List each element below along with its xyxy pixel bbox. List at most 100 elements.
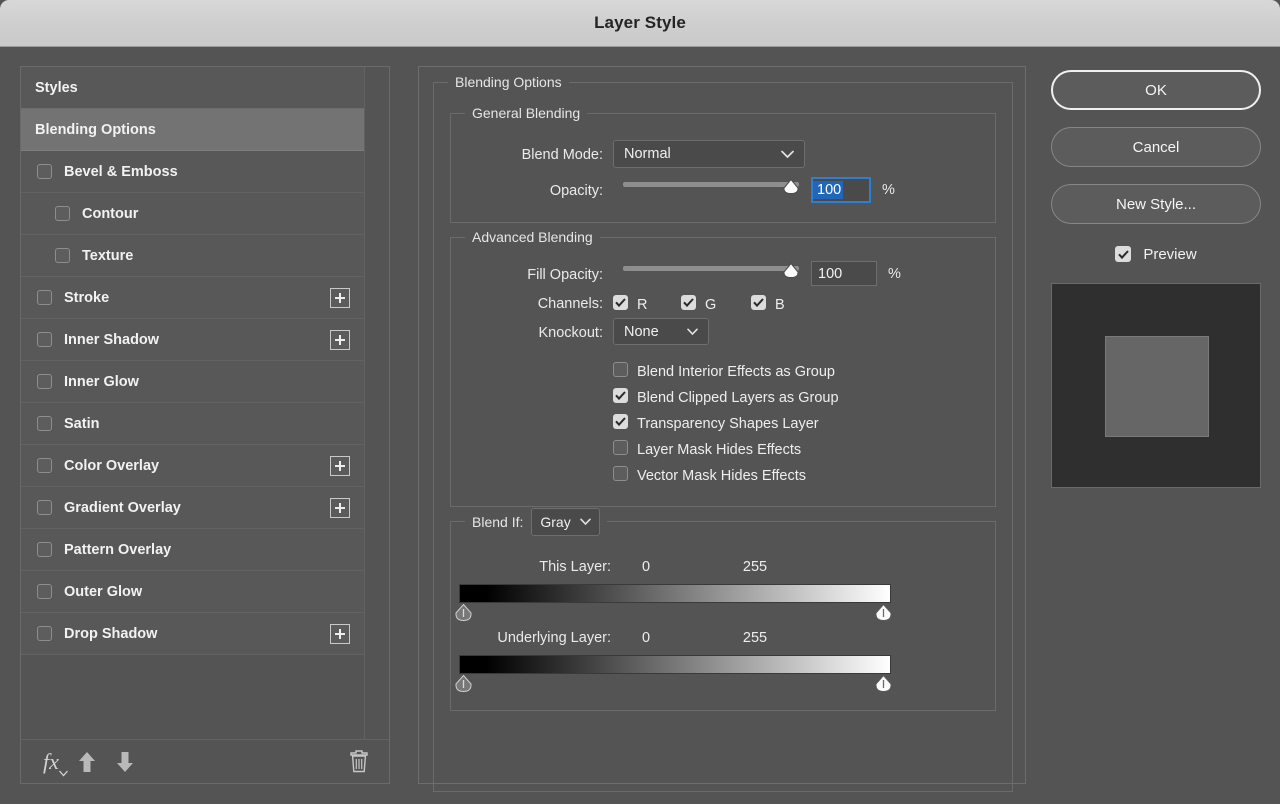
channel-r-checkbox[interactable] — [613, 295, 628, 310]
sidebar-item-texture[interactable]: Texture — [21, 235, 364, 277]
sidebar-item-pattern-overlay[interactable]: Pattern Overlay — [21, 529, 364, 571]
effect-checkbox[interactable] — [37, 626, 52, 641]
effect-checkbox[interactable] — [37, 374, 52, 389]
layer-mask-hides-effects-label: Layer Mask Hides Effects — [637, 442, 802, 458]
sidebar-item-label: Pattern Overlay — [64, 541, 172, 558]
blend-mode-select[interactable]: Normal — [613, 140, 805, 168]
general-blending-legend: General Blending — [465, 105, 588, 121]
add-effect-plus-icon[interactable] — [330, 329, 350, 350]
effect-checkbox[interactable] — [37, 416, 52, 431]
sidebar-item-drop-shadow[interactable]: Drop Shadow — [21, 613, 364, 655]
effect-checkbox[interactable] — [37, 500, 52, 515]
opacity-slider[interactable] — [623, 177, 799, 195]
sidebar-item-label: Drop Shadow — [64, 625, 158, 642]
effect-checkbox[interactable] — [37, 164, 52, 179]
sidebar-item-blending-options[interactable]: Blending Options — [21, 109, 364, 151]
vector-mask-hides-effects-checkbox[interactable] — [613, 466, 628, 481]
blend-interior-effects-checkbox[interactable] — [613, 362, 628, 377]
sidebar-item-gradient-overlay[interactable]: Gradient Overlay — [21, 487, 364, 529]
layer-mask-hides-effects-checkbox[interactable] — [613, 440, 628, 455]
opacity-label: Opacity: — [549, 183, 603, 199]
add-effect-plus-icon[interactable] — [330, 497, 350, 518]
layer-style-dialog: Layer Style Styles Blending Options Beve… — [0, 0, 1280, 804]
sidebar-item-bevel-emboss[interactable]: Bevel & Emboss — [21, 151, 364, 193]
advanced-blending-legend: Advanced Blending — [465, 229, 600, 245]
this-layer-min-value: 0 — [641, 559, 651, 575]
opacity-slider-knob[interactable] — [783, 178, 799, 195]
blend-if-channel-select[interactable]: Gray — [531, 508, 600, 536]
ok-button[interactable]: OK — [1051, 70, 1261, 110]
fill-opacity-input[interactable]: 100 — [811, 261, 877, 286]
underlying-layer-gradient-bar[interactable] — [459, 655, 891, 674]
add-effect-plus-icon[interactable] — [330, 455, 350, 476]
channel-r-label: R — [637, 297, 648, 313]
opacity-percent-label: % — [882, 182, 895, 198]
sidebar-item-label: Inner Shadow — [64, 331, 160, 348]
underlying-layer-min-handle[interactable] — [455, 674, 472, 693]
sidebar-item-stroke[interactable]: Stroke — [21, 277, 364, 319]
sidebar-item-label: Stroke — [64, 289, 110, 306]
fx-icon[interactable]: fx — [43, 749, 68, 776]
this-layer-max-handle[interactable] — [875, 603, 892, 622]
effect-checkbox[interactable] — [37, 290, 52, 305]
this-layer-max-value: 255 — [742, 559, 768, 575]
cancel-button[interactable]: Cancel — [1051, 127, 1261, 167]
sidebar-item-color-overlay[interactable]: Color Overlay — [21, 445, 364, 487]
blending-options-group: Blending Options General Blending Blend … — [433, 74, 1013, 792]
blend-clipped-layers-label: Blend Clipped Layers as Group — [637, 390, 839, 406]
knockout-label: Knockout: — [538, 325, 604, 341]
fill-opacity-slider-track — [623, 266, 799, 271]
preview-thumbnail — [1051, 283, 1261, 488]
styles-list-header[interactable]: Styles — [21, 67, 364, 109]
channel-g-checkbox[interactable] — [681, 295, 696, 310]
transparency-shapes-layer-checkbox[interactable] — [613, 414, 628, 429]
blend-if-label: Blend If: — [472, 514, 524, 530]
fill-opacity-slider[interactable] — [623, 261, 799, 279]
fill-opacity-slider-knob[interactable] — [783, 262, 799, 279]
effect-checkbox[interactable] — [37, 584, 52, 599]
effect-checkbox[interactable] — [37, 542, 52, 557]
new-style-button[interactable]: New Style... — [1051, 184, 1261, 224]
preview-checkbox[interactable] — [1115, 246, 1132, 262]
arrow-down-icon[interactable] — [115, 751, 135, 773]
add-effect-plus-icon[interactable] — [330, 287, 350, 308]
chevron-down-icon — [687, 328, 698, 336]
channel-b-checkbox[interactable] — [751, 295, 766, 310]
effect-checkbox[interactable] — [55, 248, 70, 263]
effect-checkbox[interactable] — [37, 332, 52, 347]
sidebar-item-inner-shadow[interactable]: Inner Shadow — [21, 319, 364, 361]
underlying-layer-min-value: 0 — [641, 630, 651, 646]
effect-checkbox[interactable] — [37, 458, 52, 473]
this-layer-gradient-bar[interactable] — [459, 584, 891, 603]
blend-clipped-layers-checkbox[interactable] — [613, 388, 628, 403]
sidebar-item-label: Satin — [64, 415, 100, 432]
sidebar-item-label: Color Overlay — [64, 457, 160, 474]
trash-icon[interactable] — [349, 750, 369, 773]
knockout-select[interactable]: None — [613, 318, 709, 345]
arrow-up-icon[interactable] — [77, 751, 97, 773]
knockout-value: None — [624, 323, 659, 340]
sidebar-item-label: Gradient Overlay — [64, 499, 181, 516]
advanced-blending-group: Advanced Blending Fill Opacity: 100 % Ch… — [450, 229, 996, 507]
sidebar-item-label: Bevel & Emboss — [64, 163, 178, 180]
sidebar-item-label: Blending Options — [35, 121, 156, 138]
sidebar-item-label: Inner Glow — [64, 373, 139, 390]
blend-interior-effects-label: Blend Interior Effects as Group — [637, 364, 836, 380]
preview-toggle-row[interactable]: Preview — [1051, 241, 1261, 267]
this-layer-min-handle[interactable] — [455, 603, 472, 622]
sidebar-item-satin[interactable]: Satin — [21, 403, 364, 445]
styles-panel: Styles Blending Options Bevel & Emboss C… — [20, 66, 390, 784]
sidebar-item-contour[interactable]: Contour — [21, 193, 364, 235]
blend-if-channel-value: Gray — [540, 514, 571, 530]
blending-options-legend: Blending Options — [448, 74, 569, 90]
underlying-layer-max-handle[interactable] — [875, 674, 892, 693]
sidebar-item-outer-glow[interactable]: Outer Glow — [21, 571, 364, 613]
channel-b-label: B — [775, 297, 785, 313]
fill-opacity-label: Fill Opacity: — [527, 267, 603, 283]
add-effect-plus-icon[interactable] — [330, 623, 350, 644]
sidebar-item-inner-glow[interactable]: Inner Glow — [21, 361, 364, 403]
effect-checkbox[interactable] — [55, 206, 70, 221]
opacity-value: 100 — [813, 181, 844, 199]
opacity-input[interactable]: 100 — [811, 177, 871, 203]
styles-list-divider — [364, 67, 365, 739]
